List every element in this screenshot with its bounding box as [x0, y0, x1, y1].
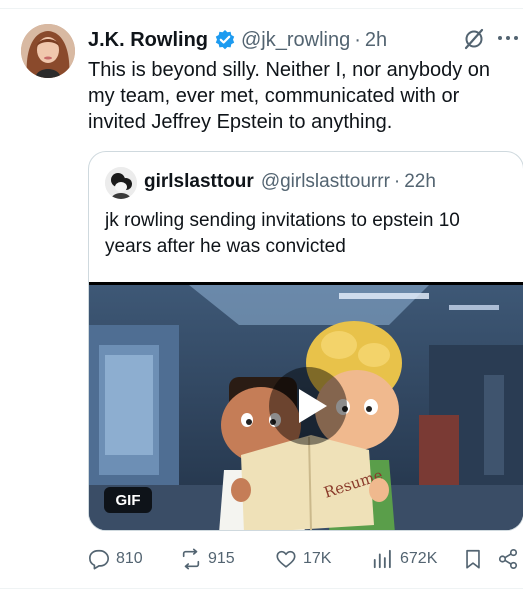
views-icon [373, 549, 391, 569]
repost-icon [182, 548, 200, 570]
views-count: 672K [400, 550, 438, 567]
verified-badge-icon[interactable] [214, 29, 236, 51]
reply-icon [89, 549, 109, 570]
author-avatar[interactable] [21, 24, 75, 78]
top-divider [0, 8, 523, 9]
quoted-author-avatar[interactable] [105, 167, 137, 199]
gif-media[interactable]: Resume GIF [89, 282, 523, 530]
share-button[interactable] [497, 544, 519, 574]
grok-icon[interactable] [462, 27, 486, 51]
more-icon[interactable] [496, 28, 520, 48]
share-icon [498, 549, 518, 569]
gif-badge: GIF [104, 487, 152, 513]
tweet-text-line: invited Jeffrey Epstein to anything. [88, 111, 393, 133]
tweet-timestamp[interactable]: 2h [365, 29, 387, 52]
quoted-tweet-timestamp[interactable]: 22h [404, 171, 436, 193]
tweet-actions-bar: 810 915 17K 672K [88, 544, 520, 574]
tweet-header: J.K. Rowling @jk_rowling · 2h [88, 26, 387, 54]
separator-dot: · [393, 171, 401, 192]
bookmark-icon [466, 549, 480, 569]
tweet-text: This is beyond silly. Neither I, nor any… [88, 57, 508, 135]
views-button[interactable]: 672K [372, 544, 437, 574]
quoted-tweet-card[interactable]: girlslasttour @girlslasttourrr · 22h jk … [88, 151, 523, 531]
quoted-tweet-header: girlslasttour @girlslasttourrr · 22h [144, 171, 436, 193]
like-icon [276, 550, 296, 568]
quoted-author-name[interactable]: girlslasttour [144, 171, 254, 193]
play-icon [269, 367, 347, 445]
quoted-tweet-text: jk rowling sending invitations to epstei… [105, 208, 515, 260]
quoted-text-line: years after he was convicted [105, 236, 346, 257]
play-button[interactable] [269, 367, 347, 445]
bottom-divider [0, 588, 523, 589]
quoted-text-line: jk rowling sending invitations to epstei… [105, 210, 460, 231]
like-button[interactable]: 17K [275, 544, 331, 574]
reply-count: 810 [116, 550, 143, 567]
separator-dot: · [354, 28, 361, 51]
reply-button[interactable]: 810 [88, 544, 143, 574]
quoted-author-handle[interactable]: @girlslasttourrr [261, 171, 390, 193]
like-count: 17K [303, 550, 332, 567]
tweet-text-line: my team, ever met, communicated with or [88, 85, 460, 107]
tweet-text-line: This is beyond silly. Neither I, nor any… [88, 59, 491, 81]
repost-button[interactable]: 915 [180, 544, 235, 574]
repost-count: 915 [208, 550, 235, 567]
author-name[interactable]: J.K. Rowling [88, 29, 208, 52]
bookmark-button[interactable] [462, 544, 484, 574]
author-handle[interactable]: @jk_rowling [241, 29, 350, 52]
